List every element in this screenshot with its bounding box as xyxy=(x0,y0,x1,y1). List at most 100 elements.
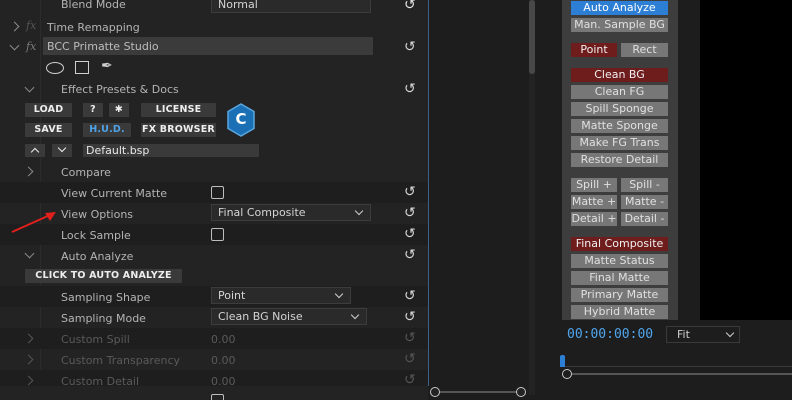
reset-icon[interactable]: ↺ xyxy=(404,185,418,199)
help-button[interactable]: ? xyxy=(83,103,103,117)
primary-matte-button[interactable]: Primary Matte xyxy=(571,288,668,302)
hud-button[interactable]: H.U.D. xyxy=(83,123,131,137)
chevron-down-icon[interactable] xyxy=(9,40,20,51)
detail-plus-button[interactable]: Detail + xyxy=(571,212,617,226)
playhead-icon[interactable] xyxy=(560,355,565,367)
detail-minus-button[interactable]: Detail - xyxy=(621,212,668,226)
make-fg-trans-button[interactable]: Make FG Trans xyxy=(571,136,668,150)
final-matte-button[interactable]: Final Matte xyxy=(571,271,668,285)
matte-sponge-button[interactable]: Matte Sponge xyxy=(571,119,668,133)
annotation-arrow-icon xyxy=(11,212,56,233)
auto-analyze-label: Auto Analyze xyxy=(61,250,134,263)
preset-file-field[interactable]: Default.bsp xyxy=(83,144,259,157)
clean-bg-button[interactable]: Clean BG xyxy=(571,68,668,82)
auto-analyze-button[interactable]: CLICK TO AUTO ANALYZE xyxy=(25,269,182,283)
scroll-start-handle[interactable] xyxy=(430,387,440,397)
rectangle-mask-icon[interactable] xyxy=(75,61,89,74)
preset-down-button[interactable] xyxy=(52,143,72,157)
presets-section-row[interactable]: Effect Presets & Docs ↺ xyxy=(0,79,428,100)
chevron-down-icon[interactable] xyxy=(24,82,35,93)
reset-icon[interactable]: ↺ xyxy=(404,40,418,54)
man-sample-bg-button[interactable]: Man. Sample BG xyxy=(571,18,668,32)
mask-tools-row: ✒ xyxy=(0,58,428,79)
chevron-down-icon[interactable] xyxy=(24,248,35,259)
playhead-timecode[interactable]: 00:00:00:00 xyxy=(567,327,653,342)
chevron-right-icon[interactable] xyxy=(23,333,34,344)
reset-icon[interactable]: ↺ xyxy=(404,310,418,324)
chevron-right-icon[interactable] xyxy=(9,21,20,32)
reset-icon[interactable]: ↺ xyxy=(404,0,418,12)
ellipse-mask-icon[interactable] xyxy=(46,62,64,74)
save-button[interactable]: SAVE xyxy=(25,123,72,137)
matte-minus-button[interactable]: Matte - xyxy=(621,195,668,209)
reset-icon: ↺ xyxy=(404,351,416,367)
chevron-right-icon[interactable] xyxy=(23,166,34,177)
reset-icon[interactable]: ↺ xyxy=(404,206,418,220)
reset-icon[interactable]: ↺ xyxy=(404,248,418,262)
partial-checkbox[interactable] xyxy=(211,394,224,400)
chevron-down-icon xyxy=(350,310,360,320)
time-remapping-row[interactable]: fx Time Remapping xyxy=(0,16,428,37)
zoom-scroll-handle[interactable] xyxy=(562,369,572,379)
horizontal-scrollbar[interactable] xyxy=(430,386,530,398)
custom-spill-value: 0.00 xyxy=(211,333,236,346)
effect-name-highlight[interactable]: BCC Primatte Studio xyxy=(43,37,373,55)
sampling-mode-value: Clean BG Noise xyxy=(218,310,303,323)
time-remapping-label: Time Remapping xyxy=(47,21,140,34)
zoom-dropdown[interactable]: Fit xyxy=(666,326,740,343)
pen-mask-icon[interactable]: ✒ xyxy=(101,58,113,74)
scrollbar-thumb[interactable] xyxy=(529,0,535,74)
custom-transparency-label: Custom Transparency xyxy=(61,354,181,367)
effect-name: BCC Primatte Studio xyxy=(47,40,159,53)
clean-fg-button[interactable]: Clean FG xyxy=(571,85,668,99)
chevron-down-icon xyxy=(725,328,735,338)
custom-detail-value: 0.00 xyxy=(211,375,236,386)
custom-detail-row: Custom Detail 0.00 ↺ xyxy=(0,370,428,386)
compare-row[interactable]: Compare xyxy=(0,161,428,182)
compare-label: Compare xyxy=(61,166,111,179)
load-button[interactable]: LOAD xyxy=(25,103,72,117)
auto-analyze-row[interactable]: Auto Analyze ↺ xyxy=(0,245,428,266)
matte-plus-button[interactable]: Matte + xyxy=(571,195,617,209)
preset-up-button[interactable] xyxy=(25,144,45,157)
custom-transparency-value: 0.00 xyxy=(211,354,236,367)
panel-bottom-strip xyxy=(0,386,428,400)
presets-section-label: Effect Presets & Docs xyxy=(61,83,179,96)
sampling-shape-value: Point xyxy=(218,289,246,302)
spill-sponge-button[interactable]: Spill Sponge xyxy=(571,102,668,116)
time-ruler[interactable] xyxy=(562,366,792,367)
video-viewer[interactable] xyxy=(700,0,792,320)
blend-mode-dropdown[interactable]: Normal xyxy=(211,0,371,13)
fx-browser-button[interactable]: FX BROWSER xyxy=(141,123,216,137)
bcc-logo-icon[interactable]: C xyxy=(226,103,256,137)
reset-icon[interactable]: ↺ xyxy=(404,82,418,96)
sampling-mode-dropdown[interactable]: Clean BG Noise xyxy=(211,308,367,325)
vertical-scrollbar[interactable] xyxy=(529,0,535,395)
effect-header-row[interactable]: fx BCC Primatte Studio ↺ xyxy=(0,37,428,58)
auto-analyze-mode-button[interactable]: Auto Analyze xyxy=(571,1,668,15)
scroll-end-handle[interactable] xyxy=(516,387,526,397)
lock-sample-checkbox[interactable] xyxy=(211,228,224,241)
view-current-matte-checkbox[interactable] xyxy=(211,186,224,199)
chevron-right-icon[interactable] xyxy=(23,375,34,386)
matte-status-button[interactable]: Matte Status xyxy=(571,254,668,268)
gear-icon[interactable]: ✱ xyxy=(109,103,129,117)
reset-icon[interactable]: ↺ xyxy=(404,289,418,303)
chevron-right-icon[interactable] xyxy=(23,354,34,365)
license-button[interactable]: LICENSE xyxy=(141,103,216,117)
spill-minus-button[interactable]: Spill - xyxy=(621,178,668,192)
chevron-down-icon xyxy=(57,143,67,153)
final-composite-button[interactable]: Final Composite xyxy=(571,237,668,251)
sampling-shape-dropdown[interactable]: Point xyxy=(211,287,351,304)
point-button[interactable]: Point xyxy=(571,43,617,57)
fx-icon: fx xyxy=(26,19,37,32)
rect-button[interactable]: Rect xyxy=(621,43,668,57)
custom-detail-label: Custom Detail xyxy=(61,375,140,386)
reset-icon[interactable]: ↺ xyxy=(404,227,418,241)
restore-detail-button[interactable]: Restore Detail xyxy=(571,153,668,167)
view-options-dropdown[interactable]: Final Composite xyxy=(211,204,371,221)
custom-spill-row: Custom Spill 0.00 ↺ xyxy=(0,328,428,349)
hybrid-matte-button[interactable]: Hybrid Matte xyxy=(571,305,668,319)
fx-icon[interactable]: fx xyxy=(26,40,36,53)
spill-plus-button[interactable]: Spill + xyxy=(571,178,617,192)
